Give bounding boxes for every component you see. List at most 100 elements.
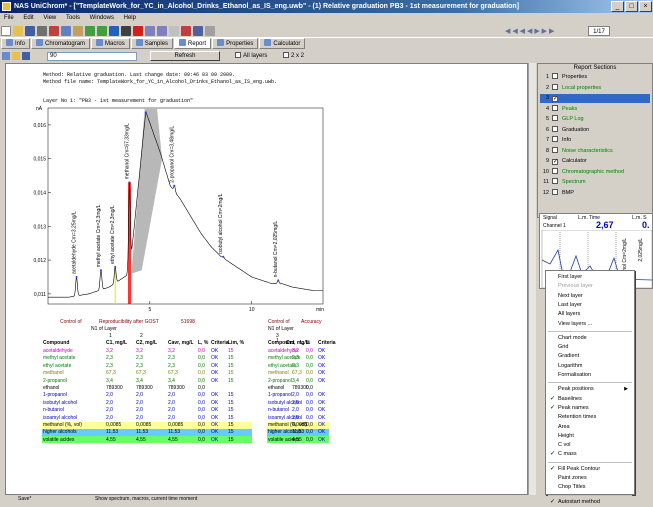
close-button[interactable]: × [639, 1, 652, 12]
menu-item[interactable]: Retention times [546, 413, 634, 422]
section-checkbox[interactable] [552, 136, 558, 142]
play-icon[interactable] [121, 26, 131, 36]
compound-name: methyl acetate [43, 355, 76, 362]
tab-chromatogram[interactable]: Chromatogram [31, 38, 91, 49]
section-checkbox[interactable] [552, 115, 558, 121]
cut-icon[interactable] [49, 26, 59, 36]
copy-icon[interactable] [61, 26, 71, 36]
tool-icon[interactable] [193, 26, 203, 36]
help-icon[interactable] [205, 26, 215, 36]
maximize-button[interactable]: □ [625, 1, 638, 12]
tool-icon[interactable] [169, 26, 179, 36]
section-checkbox[interactable]: ✓ [552, 96, 558, 102]
menu-view[interactable]: View [43, 15, 56, 21]
open-icon[interactable] [13, 26, 23, 36]
section-checkbox[interactable]: ✓ [552, 159, 558, 165]
report-section-item[interactable]: 1 Properties [540, 73, 650, 82]
tool-icon[interactable] [145, 26, 155, 36]
tab-info[interactable]: Info [1, 38, 31, 49]
menu-windows[interactable]: Windows [90, 15, 114, 21]
tab-calculator[interactable]: Calculator [259, 38, 306, 49]
menu-item[interactable]: View layers ... [546, 320, 634, 329]
menu-edit[interactable]: Edit [23, 15, 33, 21]
menu-item[interactable]: Previous layer [546, 282, 634, 291]
section-checkbox[interactable] [552, 188, 558, 195]
report-section-item[interactable]: 4 Peaks [540, 104, 650, 114]
cavr-value: 11,53 [168, 429, 181, 436]
new-icon[interactable] [1, 26, 11, 36]
menu-item[interactable]: Chart mode [546, 334, 634, 343]
c1-value: 2,3 [106, 362, 113, 369]
menu-item[interactable]: C vol [546, 441, 634, 450]
criteria-value: OK [211, 399, 219, 406]
menu-item[interactable]: Peak positions ▶ [546, 385, 634, 394]
menu-item[interactable]: Height [546, 432, 634, 441]
menu-item[interactable]: First layer [546, 273, 634, 282]
menu-item-label: Previous layer [558, 283, 593, 290]
menu-item[interactable]: ✓ Peak names [546, 404, 634, 413]
menu-item[interactable]: Logarithm [546, 362, 634, 371]
tab-macros[interactable]: Macros [91, 38, 130, 49]
minimize-button[interactable]: _ [611, 1, 624, 12]
two-by-two-checkbox[interactable]: 2 x 2 [283, 52, 304, 61]
report-section-item[interactable]: 8 Noise characteristics [540, 146, 650, 156]
paste-icon[interactable] [73, 26, 83, 36]
tab-properties[interactable]: Properties [212, 38, 259, 49]
all-layers-box[interactable] [235, 52, 241, 58]
tab-samples[interactable]: Samples [130, 38, 174, 49]
section-checkbox[interactable] [552, 83, 558, 90]
arrow-icon[interactable] [97, 26, 107, 36]
graph-icon[interactable] [109, 26, 119, 36]
nav-arrows[interactable]: ◀ ◀ ◀ ◀ ▶ ▶ ▶ [505, 27, 585, 37]
menu-tools[interactable]: Tools [66, 15, 80, 21]
menu-item-label: Height [558, 432, 574, 439]
report-section-item[interactable]: 10 Chromatographic method [540, 167, 650, 177]
tool-icon[interactable] [157, 26, 167, 36]
report-section-item[interactable]: 7 Info [540, 136, 650, 145]
report-section-item[interactable]: 5 GLP Log [540, 115, 650, 124]
layer-number-label-2: N1 of Layer [268, 326, 294, 332]
section-checkbox[interactable] [552, 178, 558, 184]
section-checkbox[interactable] [552, 167, 558, 174]
print-icon[interactable] [37, 26, 47, 36]
section-checkbox[interactable] [552, 146, 558, 153]
delete-icon[interactable] [181, 26, 191, 36]
menu-item-label: C vol [558, 442, 571, 449]
report-section-item[interactable]: 3 ✓ [540, 94, 650, 103]
menu-item[interactable]: Last layer [546, 301, 634, 310]
menu-item-label: Formalisation [558, 372, 592, 378]
open-report-icon[interactable] [12, 52, 20, 60]
zoom-select[interactable]: 90 [47, 52, 137, 61]
menu-item[interactable]: Grid [546, 343, 634, 352]
section-checkbox[interactable] [552, 125, 558, 132]
menu-item[interactable]: Area [546, 423, 634, 432]
menu-item[interactable]: Gradient [546, 352, 634, 361]
section-checkbox[interactable] [552, 73, 558, 79]
menu-item[interactable]: ✓ Baselines [546, 395, 634, 404]
report-section-item[interactable]: 12 BMP [540, 188, 650, 198]
stop-icon[interactable] [133, 26, 143, 36]
menu-item[interactable]: Paint zones [546, 474, 634, 483]
menu-item[interactable]: Next layer [546, 292, 634, 301]
report-vertical-scrollbar[interactable] [528, 63, 536, 495]
menu-file[interactable]: File [4, 15, 14, 21]
menu-item[interactable]: All layers [546, 310, 634, 319]
arrow-icon[interactable] [85, 26, 95, 36]
save-report-icon[interactable] [22, 52, 30, 60]
menu-help[interactable]: Help [124, 15, 136, 21]
menu-item[interactable]: Formalisation [546, 371, 634, 380]
menu-item[interactable]: ✓ Fill Peak Contour [546, 465, 634, 474]
two-by-two-box[interactable] [283, 52, 289, 58]
report-section-item[interactable]: 2 Local properties [540, 83, 650, 93]
all-layers-checkbox[interactable]: All layers [235, 52, 267, 61]
refresh-button[interactable]: Refresh [150, 51, 220, 61]
menu-item[interactable]: ✓ C mass [546, 450, 634, 459]
report-section-item[interactable]: 9 ✓ Calculator [540, 157, 650, 166]
section-checkbox[interactable] [552, 104, 558, 111]
report-section-item[interactable]: 6 Graduation [540, 125, 650, 135]
tab-report[interactable]: Report [174, 38, 212, 49]
print-report-icon[interactable] [2, 52, 10, 60]
save-icon[interactable] [25, 26, 35, 36]
menu-item[interactable]: Chop Titles [546, 483, 634, 492]
report-section-item[interactable]: 11 Spectrum [540, 178, 650, 187]
